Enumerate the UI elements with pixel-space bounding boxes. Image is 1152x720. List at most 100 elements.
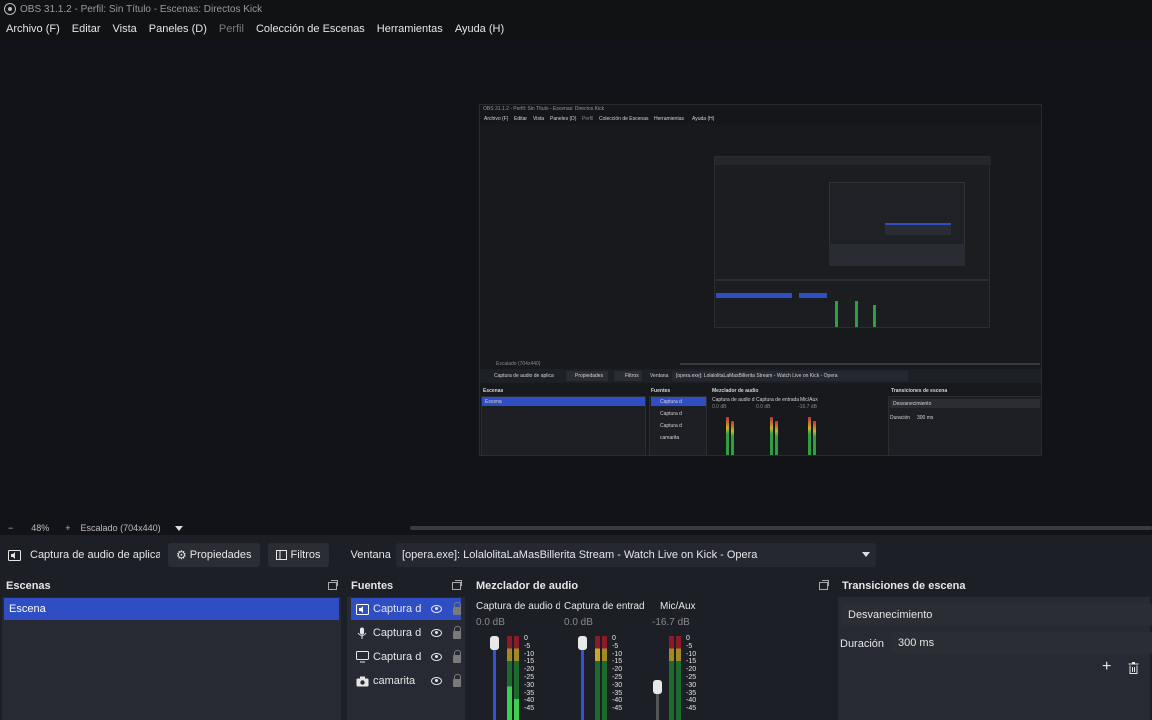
window-select[interactable]: [opera.exe]: LolalolitaLaMasBillerita St… xyxy=(396,543,876,567)
mini-mixer-title: Mezclador de audio xyxy=(712,388,759,394)
volume-fader-track[interactable] xyxy=(581,643,584,720)
mini-props: Propiedades xyxy=(575,373,604,379)
mini-menu-6: Herramientas xyxy=(654,116,685,122)
filters-label: Filtros xyxy=(290,549,321,561)
source-item[interactable]: Captura d xyxy=(351,622,462,644)
volume-meter xyxy=(595,636,600,720)
mini-mixer-col-0: Captura de audio d xyxy=(712,397,755,403)
mini-source-name: Captura de audio de aplica xyxy=(494,373,554,379)
volume-fader-knob[interactable] xyxy=(578,636,587,650)
zoom-in-button[interactable]: + xyxy=(65,523,70,533)
preview-horizontal-scrollbar[interactable] xyxy=(410,526,1152,530)
volume-fader-track[interactable] xyxy=(656,693,659,720)
source-toolbar-current: Captura de audio de aplicac xyxy=(8,549,160,561)
properties-button[interactable]: ⚙ Propiedades xyxy=(168,543,260,567)
mini-duration-label: Duración xyxy=(890,415,911,421)
window-select-value: [opera.exe]: LolalolitaLaMasBillerita St… xyxy=(402,549,758,561)
visibility-eye-icon[interactable] xyxy=(430,605,442,613)
obs-logo-icon xyxy=(4,3,16,15)
lock-icon[interactable] xyxy=(452,674,461,687)
menu-ayuda[interactable]: Ayuda (H) xyxy=(455,23,504,35)
mini-scrollbar xyxy=(680,363,1040,365)
db-scale: 0 -5 -10 -15 -20 -25 -30 -35 -40 -45 xyxy=(524,635,535,713)
lock-icon[interactable] xyxy=(452,602,461,615)
zoom-dropdown-icon[interactable] xyxy=(174,525,183,531)
mixer-channel-name: Captura de audio d xyxy=(476,601,560,612)
menu-editar[interactable]: Editar xyxy=(72,23,101,35)
mixer-channel-db: -16.7 dB xyxy=(652,617,690,628)
mixer-title: Mezclador de audio xyxy=(476,580,579,592)
zoom-level: 48% xyxy=(31,523,50,533)
sources-list[interactable]: Captura d Captura d Captura d camarita xyxy=(347,597,465,720)
volume-fader-knob[interactable] xyxy=(653,680,662,694)
mixer-channel-name: Mic/Aux xyxy=(660,601,696,612)
mini-zoom: Escalado (704x440) xyxy=(496,361,541,367)
volume-meter xyxy=(669,636,674,720)
duration-label: Duración xyxy=(840,638,885,650)
source-item[interactable]: Captura d xyxy=(351,598,461,620)
undock-icon[interactable] xyxy=(452,580,462,590)
transition-select[interactable]: Desvanecimiento xyxy=(842,604,1152,626)
lock-icon[interactable] xyxy=(452,626,462,639)
microphone-icon xyxy=(356,626,369,640)
trash-icon[interactable] xyxy=(1128,662,1139,674)
mini-meter-3 xyxy=(775,421,778,455)
visibility-eye-icon[interactable] xyxy=(430,629,442,637)
filters-button[interactable]: Filtros xyxy=(267,543,329,567)
mini-scene: Escena xyxy=(485,399,502,405)
mixer-channel-db: 0.0 dB xyxy=(476,617,505,628)
transitions-title: Transiciones de escena xyxy=(842,580,966,592)
mixer-channel-name: Captura de entrada xyxy=(564,601,644,612)
mini-meter-2 xyxy=(770,417,773,455)
audio-mixer-dock: Mezclador de audio Captura de audio d 0.… xyxy=(470,575,834,720)
volume-fader-knob[interactable] xyxy=(490,636,499,650)
menu-coleccion-escenas[interactable]: Colección de Escenas xyxy=(256,23,365,35)
source-label: Captura d xyxy=(373,603,422,615)
current-source-name: Captura de audio de aplicac xyxy=(30,549,160,561)
duration-field[interactable]: 300 ms xyxy=(892,632,1152,654)
mini-mixer-col-1: Captura de entrada xyxy=(756,397,800,403)
menu-bar: Archivo (F) Editar Vista Paneles (D) Per… xyxy=(0,18,1152,40)
mini-source-3: camarita xyxy=(660,435,680,441)
source-item[interactable]: camarita xyxy=(351,670,461,692)
mini-source-0: Captura d xyxy=(660,399,682,405)
zoom-out-button[interactable]: − xyxy=(8,523,13,533)
scenes-dock: Escenas Escena xyxy=(0,575,343,720)
menu-vista[interactable]: Vista xyxy=(113,23,137,35)
undock-icon[interactable] xyxy=(328,580,338,590)
scenes-list[interactable]: Escena xyxy=(2,597,341,720)
volume-meter xyxy=(676,636,681,720)
mini-mixer-db-1: 0.0 dB xyxy=(756,404,771,410)
app-audio-icon xyxy=(8,549,21,561)
mini-meter-5 xyxy=(813,421,816,455)
mini-mixer-col-2: Mic/Aux xyxy=(800,397,818,403)
scaled-resolution: Escalado (704x440) xyxy=(80,523,161,533)
mini-meter-0 xyxy=(726,417,729,455)
menu-perfil[interactable]: Perfil xyxy=(219,23,244,35)
mini-trans-value: Desvanecimiento xyxy=(893,401,932,407)
source-label: Captura d xyxy=(372,627,422,639)
visibility-eye-icon[interactable] xyxy=(430,653,442,661)
source-item[interactable]: Captura d xyxy=(351,646,461,668)
undock-icon[interactable] xyxy=(819,580,829,590)
mini-menu-7: Ayuda (H) xyxy=(692,116,715,122)
preview-canvas[interactable]: OBS 31.1.2 - Perfil: Sin Título - Escena… xyxy=(479,104,1042,456)
mini-sources-title: Fuentes xyxy=(651,388,671,394)
mini-scenes-title: Escenas xyxy=(483,388,504,394)
mini-title: OBS 31.1.2 - Perfil: Sin Título - Escena… xyxy=(483,106,605,112)
mini-filters: Filtros xyxy=(625,373,639,379)
lock-icon[interactable] xyxy=(452,650,461,663)
mini-menu-5: Colección de Escenas xyxy=(599,116,649,122)
mini-trans-title: Transiciones de escena xyxy=(891,388,948,394)
scene-item[interactable]: Escena xyxy=(4,598,339,620)
mini-source-2: Captura d xyxy=(660,423,682,429)
volume-meter xyxy=(514,636,519,720)
menu-paneles[interactable]: Paneles (D) xyxy=(149,23,207,35)
menu-herramientas[interactable]: Herramientas xyxy=(377,23,443,35)
visibility-eye-icon[interactable] xyxy=(430,677,442,685)
volume-meter xyxy=(602,636,607,720)
volume-fader-track[interactable] xyxy=(493,643,496,720)
add-transition-button[interactable]: + xyxy=(1102,658,1111,676)
menu-archivo[interactable]: Archivo (F) xyxy=(6,23,60,35)
preview-area[interactable]: OBS 31.1.2 - Perfil: Sin Título - Escena… xyxy=(0,40,1152,521)
